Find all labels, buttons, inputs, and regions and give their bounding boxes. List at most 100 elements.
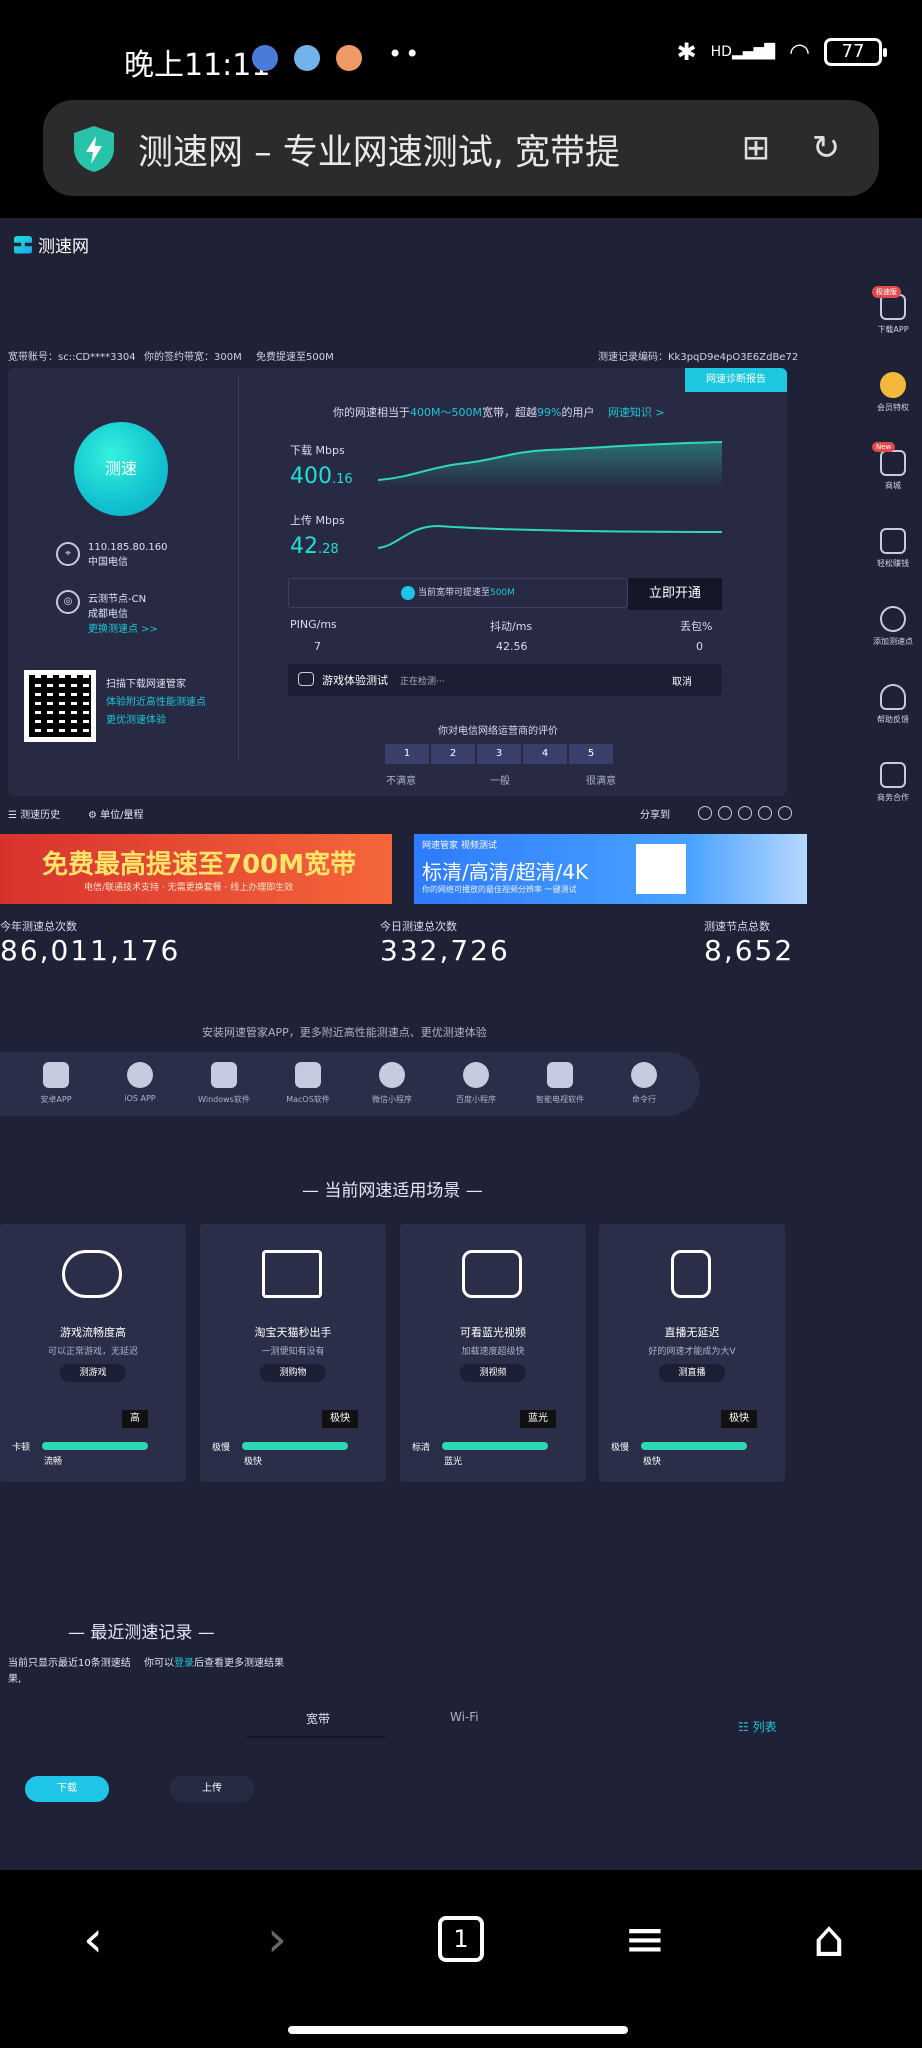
qr-caption-2: 体验附近高性能测速点: [106, 697, 206, 708]
app-android[interactable]: 安卓APP: [14, 1062, 98, 1105]
rating-option[interactable]: 3: [477, 744, 521, 764]
more-notifications-icon: ••: [388, 40, 423, 68]
year-count-value: 86,011,176: [0, 934, 181, 967]
speed-knowledge-link[interactable]: 网速知识 >: [608, 406, 665, 419]
test-video-button[interactable]: 测视频: [460, 1364, 526, 1382]
battery-icon: 77: [824, 38, 887, 66]
test-gaming-button[interactable]: 测游戏: [60, 1364, 126, 1382]
list-view-button[interactable]: ☷ 列表: [738, 1718, 777, 1735]
home-icon[interactable]: ⌂: [794, 1904, 864, 1974]
address-bar[interactable]: 测速网 – 专业网速测试, 宽带提 ⊞ ↻: [43, 100, 879, 196]
rating-high-label: 很满意: [586, 776, 616, 787]
upload-filter-button[interactable]: 上传: [170, 1776, 254, 1802]
handshake-icon: [880, 762, 906, 788]
qzone-icon[interactable]: [758, 806, 772, 820]
node-icon: [880, 606, 906, 632]
tabs-button[interactable]: 1: [426, 1904, 496, 1974]
diagnosis-report-button[interactable]: 网速诊断报告: [685, 368, 787, 392]
sidebar-item-help[interactable]: 帮助反馈: [872, 684, 914, 756]
app-baidu-mini[interactable]: 百度小程序: [434, 1062, 518, 1105]
link-icon[interactable]: [778, 806, 792, 820]
speed-test-button[interactable]: 测速: [74, 422, 168, 516]
baidu-icon: [463, 1062, 489, 1088]
tv-icon: [547, 1062, 573, 1088]
clock: 晚上11:11: [124, 48, 271, 83]
status-bar: 晚上11:11 •• ✱ HD▂▄▆█ ◠ 77: [0, 0, 922, 100]
logo-icon: [14, 235, 32, 254]
history-button[interactable]: ☰ 测速历史: [8, 806, 60, 821]
today-count-label: 今日测速总次数: [380, 920, 457, 933]
game-test-status: 正在检测···: [400, 677, 445, 687]
sidebar-item-membership[interactable]: 会员特权: [872, 372, 914, 444]
home-indicator[interactable]: [288, 2026, 628, 2034]
right-sidebar: 极速版 下载APP 会员特权 New 商城 轻松赚钱 添加测速点 帮助反馈 商务合作: [872, 286, 914, 834]
promo-banner-speedup[interactable]: 免费最高提速至700M宽带 电信/联通技术支持 · 无需更换套餐 · 线上办理即…: [0, 834, 392, 904]
back-icon[interactable]: ‹: [58, 1904, 128, 1974]
app-ios[interactable]: iOS APP: [98, 1062, 182, 1103]
sidebar-item-download-app[interactable]: 极速版 下载APP: [872, 286, 914, 366]
moments-icon[interactable]: [718, 806, 732, 820]
windows-icon: [211, 1062, 237, 1088]
units-button[interactable]: ⚙ 单位/量程: [88, 806, 144, 821]
app-install-tip: 安装网速管家APP，更多附近高性能测速点、更优测速体验: [202, 1026, 487, 1039]
divider: [238, 376, 239, 762]
crown-icon: [880, 372, 906, 398]
app-tv[interactable]: 智能电视软件: [518, 1062, 602, 1105]
sidebar-item-add-node[interactable]: 添加测速点: [872, 606, 914, 678]
rating-option[interactable]: 2: [431, 744, 475, 764]
tab-broadband[interactable]: 宽带: [306, 1710, 330, 1727]
rating-option[interactable]: 4: [523, 744, 567, 764]
live-level-bar: [641, 1442, 747, 1450]
menu-icon[interactable]: ≡: [610, 1904, 680, 1974]
tab-count: 1: [438, 1916, 484, 1962]
rating-option[interactable]: 5: [569, 744, 613, 764]
tab-wifi[interactable]: Wi-Fi: [450, 1710, 479, 1724]
gamepad-icon: [298, 672, 314, 686]
page-title[interactable]: 测速网 – 专业网速测试, 宽带提: [138, 124, 718, 175]
test-live-button[interactable]: 测直播: [659, 1364, 725, 1382]
reload-icon[interactable]: ↻: [803, 125, 849, 171]
app-cli[interactable]: 命令行: [602, 1062, 686, 1105]
bluetooth-icon: ✱: [676, 38, 697, 66]
download-filter-button[interactable]: 下载: [25, 1776, 109, 1802]
jitter-label: 抖动/ms: [490, 620, 533, 633]
scene-card-gaming: 游戏流畅度高 可以正常游戏，无延迟 测游戏 高 卡顿 流畅: [0, 1224, 186, 1482]
login-link[interactable]: 登录: [174, 1658, 194, 1669]
node-info: ◎ 云测节点-CN 成都电信 更换测速点 >>: [56, 590, 158, 635]
share-label: 分享到: [640, 810, 670, 821]
scene-card-video: 可看蓝光视频 加载速度超级快 测视频 蓝光 标清 蓝光: [400, 1224, 586, 1482]
open-now-button[interactable]: 立即开通: [628, 578, 722, 610]
rating-option[interactable]: 1: [385, 744, 429, 764]
wechat-icon[interactable]: [698, 806, 712, 820]
app-windows[interactable]: Windows软件: [182, 1062, 266, 1105]
upload-curve: [378, 524, 722, 549]
today-count-value: 332,726: [380, 934, 510, 967]
app-macos[interactable]: MacOS软件: [266, 1062, 350, 1105]
promo-banner-video-test[interactable]: 网速管家 视频测试 标清/高清/超清/4K 你的网络可播放的最佳视频分辨率 一键…: [414, 834, 807, 904]
jitter-value: 42.56: [496, 640, 528, 653]
forward-icon[interactable]: ›: [242, 1904, 312, 1974]
qq-icon[interactable]: [738, 806, 752, 820]
headset-icon: [880, 684, 906, 710]
video-camera-icon: [462, 1250, 522, 1298]
ping-label: PING/ms: [290, 618, 337, 631]
ping-value: 7: [314, 640, 321, 653]
free-upgrade-link[interactable]: 免费提速至500M: [256, 348, 334, 363]
money-bag-icon: [880, 528, 906, 554]
app-wechat-mini[interactable]: 微信小程序: [350, 1062, 434, 1105]
loss-label: 丢包%: [680, 620, 713, 633]
sidebar-item-business[interactable]: 商务合作: [872, 762, 914, 834]
cancel-game-test-button[interactable]: 取消: [672, 673, 692, 688]
add-bookmark-icon[interactable]: ⊞: [733, 125, 779, 171]
sidebar-item-earn[interactable]: 轻松赚钱: [872, 528, 914, 600]
site-logo[interactable]: 测速网: [14, 232, 89, 257]
test-shopping-button[interactable]: 测购物: [260, 1364, 326, 1382]
change-node-link[interactable]: 更换测速点 >>: [88, 620, 158, 635]
sidebar-item-shop[interactable]: New 商城: [872, 442, 914, 522]
upgrade-tip: 当前宽带可提速至500M: [288, 578, 628, 608]
game-test-label: 游戏体验测试: [322, 674, 388, 687]
gamepad-icon: [62, 1250, 122, 1298]
secure-shield-icon: [74, 126, 114, 172]
download-curve: [378, 441, 722, 488]
upload-label: 上传 Mbps: [290, 514, 345, 527]
